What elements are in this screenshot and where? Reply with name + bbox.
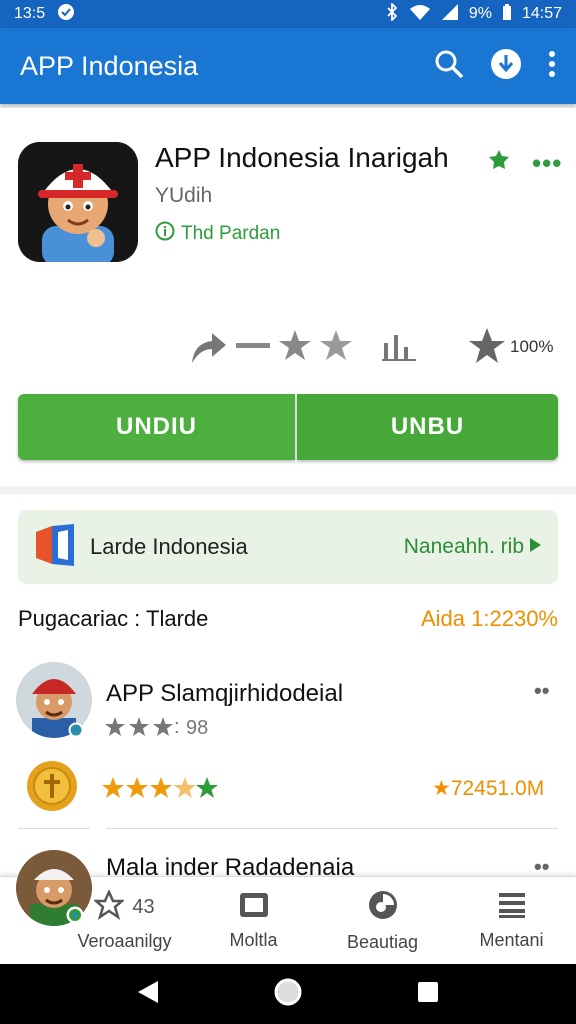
back-icon[interactable] (136, 979, 160, 1010)
rating-stars-icon (104, 716, 176, 743)
app-logo-icon (34, 522, 76, 573)
nav-label: Mentani (479, 929, 544, 950)
nav-count: 43 (132, 895, 155, 918)
chart-icon (382, 331, 416, 366)
promo-banner[interactable]: Larde Indonesia Naneahh. rib (18, 510, 558, 584)
section-value: Aida 1:2230% (421, 606, 558, 631)
content-card: Larde Indonesia Naneahh. rib Pugacariac … (0, 494, 576, 894)
badge-icon (487, 148, 511, 177)
banner-label: Larde Indonesia (90, 534, 248, 559)
app-subtitle: YUdih (155, 184, 213, 207)
app-bar: APP Indonesia (0, 28, 576, 104)
nav-item-beauty[interactable]: Beautiag (318, 877, 447, 964)
recents-icon[interactable] (416, 980, 440, 1009)
star-rating-icon (278, 329, 354, 368)
star-icon (92, 888, 126, 925)
nav-item-menu[interactable]: Mentani (447, 877, 576, 964)
bluetooth-icon (385, 1, 399, 26)
more-vert-icon[interactable] (548, 50, 556, 83)
stats-percent: 100% (510, 337, 554, 356)
pie-icon (367, 889, 399, 926)
price-value: ★72451.0M (432, 777, 545, 800)
dash-icon (236, 343, 270, 348)
item-more-icon[interactable]: •• (534, 678, 549, 704)
install-button[interactable]: UNDIU (18, 394, 295, 460)
home-icon[interactable] (273, 977, 303, 1012)
nav-label: Veroaanilgy (77, 930, 172, 951)
coin-icon (26, 760, 78, 817)
info-icon (155, 221, 175, 247)
divider (18, 828, 90, 829)
more-options-icon[interactable]: ••• (532, 148, 562, 179)
section-header: Pugacariac : Tlarde Aida 1:2230% (18, 606, 558, 632)
app-stats-row: 100% (0, 323, 576, 373)
nav-label: Moltla (229, 929, 278, 950)
rating-stars-icon (102, 776, 218, 805)
wifi-icon (409, 4, 431, 25)
section-title: Pugacariac : Tlarde (18, 606, 209, 631)
divider (106, 828, 558, 829)
rating-count: 98 (186, 717, 209, 739)
share-icon[interactable] (190, 329, 228, 370)
download-icon[interactable] (490, 48, 522, 85)
arrow-right-icon (528, 537, 542, 558)
verified-icon (68, 722, 84, 743)
settings-status-icon (57, 3, 75, 26)
nav-label: Beautiag (346, 931, 419, 952)
nav-item-mobile[interactable]: Moltla (189, 877, 318, 964)
app-icon (18, 142, 138, 262)
developer-name: Thd Pardan (181, 223, 281, 244)
banner-link[interactable]: Naneahh. rib (404, 535, 524, 559)
verified-icon (66, 906, 84, 929)
tablet-icon (238, 891, 270, 924)
open-button[interactable]: UNBU (297, 394, 558, 460)
app-title: APP Indonesia Inarigah (155, 142, 449, 173)
status-clock: 14:57 (521, 5, 562, 22)
list-icon (497, 891, 527, 924)
app-detail-card: APP Indonesia Inarigah ••• YUdih Thd Par… (0, 108, 576, 486)
search-icon[interactable] (434, 49, 464, 84)
app-bar-title: APP Indonesia (20, 50, 199, 81)
app-developer[interactable]: Thd Pardan (155, 221, 280, 247)
system-nav-bar (0, 964, 576, 1024)
rating-separator: : (174, 716, 180, 738)
battery-icon (502, 3, 512, 26)
signal-icon (441, 3, 459, 25)
status-time: 13:5 (14, 5, 46, 22)
star-icon (468, 327, 506, 370)
battery-percent: 9% (468, 5, 492, 22)
list-item-title[interactable]: APP Slamqjirhidodeial (106, 680, 343, 708)
status-bar: 13:5 9% 14:57 (0, 0, 576, 28)
